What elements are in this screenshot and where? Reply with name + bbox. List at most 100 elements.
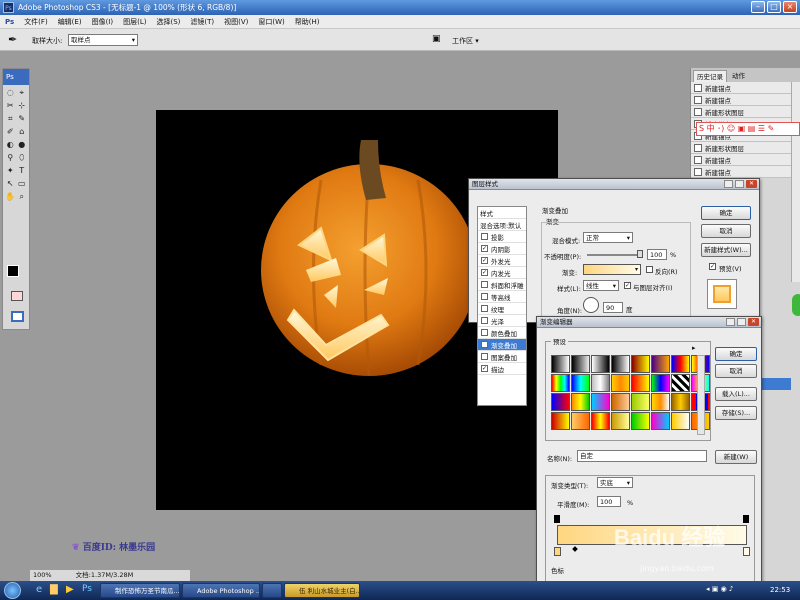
close-icon[interactable]: ✕	[748, 318, 759, 326]
gradient-preset-swatch[interactable]	[651, 355, 670, 373]
history-item[interactable]: 新建锚点	[691, 154, 800, 166]
save-button[interactable]: 存储(S)...	[715, 406, 757, 420]
style-item[interactable]: 纹理	[478, 303, 526, 315]
eyedropper-icon[interactable]: ✒	[8, 33, 17, 46]
ok-button[interactable]: 确定	[715, 347, 757, 361]
gradient-dropdown[interactable]: ▾	[635, 264, 642, 275]
taskbar-item-chat[interactable]: 伍 利山水城业主(白...	[284, 583, 360, 598]
history-item[interactable]: 新建锚点	[691, 94, 800, 106]
taskbar-item-app[interactable]	[262, 583, 282, 598]
ime-toolbar[interactable]: S 中 ･) ☺ ▣ ▤ ☰ ✎	[696, 122, 800, 136]
tool-icon[interactable]: ✦	[5, 165, 16, 177]
style-item[interactable]: 斜面和浮雕	[478, 279, 526, 291]
ie-icon[interactable]: e	[36, 584, 42, 595]
history-checkbox[interactable]	[694, 155, 702, 164]
ps-icon[interactable]: Ps	[82, 584, 92, 594]
blend-mode-select[interactable]: 正常 ▾	[583, 232, 633, 243]
style-item[interactable]: 颜色叠加	[478, 327, 526, 339]
gradient-preset-swatch[interactable]	[551, 412, 570, 430]
taskbar-item-browser[interactable]: 制作恐怖万圣节南瓜...	[100, 583, 180, 598]
gradient-preset-swatch[interactable]	[611, 393, 630, 411]
tool-icon[interactable]: ↖	[5, 178, 16, 190]
gradient-preset-swatch[interactable]	[671, 355, 690, 373]
gradient-preset-swatch[interactable]	[551, 355, 570, 373]
style-checkbox[interactable]	[481, 329, 488, 336]
workspace-icon[interactable]: ▣	[432, 34, 441, 44]
menu-file[interactable]: 文件(F)	[19, 17, 53, 27]
style-checkbox[interactable]: ✓	[481, 365, 488, 372]
tool-icon[interactable]: ✎	[17, 113, 28, 125]
style-select[interactable]: 线性 ▾	[583, 280, 619, 291]
gradient-preset-swatch[interactable]	[591, 393, 610, 411]
cancel-button[interactable]: 取消	[715, 364, 757, 378]
tab-history[interactable]: 历史记录	[693, 70, 727, 82]
close-button[interactable]: ×	[783, 1, 797, 13]
maximize-button[interactable]: □	[767, 1, 781, 13]
gradient-preset-swatch[interactable]	[671, 393, 690, 411]
gradient-preset-swatch[interactable]	[571, 412, 590, 430]
gradient-preset-swatch[interactable]	[551, 374, 570, 392]
app-icon-small[interactable]: Ps	[0, 18, 19, 26]
presets-menu-icon[interactable]: ▸	[692, 344, 696, 352]
style-item[interactable]: ✓ 内阴影	[478, 243, 526, 255]
menu-help[interactable]: 帮助(H)	[290, 17, 325, 27]
style-item[interactable]: ✓ 内发光	[478, 267, 526, 279]
style-checkbox[interactable]	[481, 353, 488, 360]
color-stop-right[interactable]	[743, 547, 750, 556]
gradient-preset-swatch[interactable]	[671, 374, 690, 392]
history-checkbox[interactable]	[694, 167, 702, 176]
tool-icon[interactable]: ⌂	[17, 126, 28, 138]
style-checkbox[interactable]	[481, 305, 488, 312]
close-icon[interactable]: ✕	[746, 180, 757, 188]
tool-icon[interactable]: ✐	[5, 126, 16, 138]
tool-icon[interactable]: ⬯	[17, 152, 28, 164]
gradient-preset-swatch[interactable]	[651, 374, 670, 392]
tool-icon[interactable]: ⚲	[5, 152, 16, 164]
style-checkbox[interactable]: ✓	[481, 245, 488, 252]
angle-input[interactable]: 90	[603, 302, 623, 313]
history-checkbox[interactable]	[694, 143, 702, 152]
style-item[interactable]: 等高线	[478, 291, 526, 303]
gradient-preset-swatch[interactable]	[631, 355, 650, 373]
style-checkbox[interactable]: ✓	[481, 269, 488, 276]
sample-size-select[interactable]: 取样点 ▾	[68, 34, 138, 46]
opacity-slider[interactable]	[587, 254, 642, 256]
menu-image[interactable]: 图像(I)	[87, 17, 119, 27]
style-checkbox[interactable]	[481, 293, 488, 300]
style-checkbox[interactable]	[481, 233, 488, 240]
style-checkbox[interactable]: ✓	[481, 257, 488, 264]
tool-icon[interactable]: ●	[17, 139, 28, 151]
tool-icon[interactable]: ▭	[17, 178, 28, 190]
load-button[interactable]: 载入(L)...	[715, 387, 757, 401]
angle-dial[interactable]	[583, 297, 599, 313]
gradient-preset-swatch[interactable]	[611, 412, 630, 430]
history-checkbox[interactable]	[694, 107, 702, 116]
opacity-slider-thumb[interactable]	[637, 250, 643, 258]
gradient-preset-swatch[interactable]	[631, 393, 650, 411]
tool-icon[interactable]: T	[17, 165, 28, 177]
style-item[interactable]: 图案叠加	[478, 351, 526, 363]
gradient-preset-swatch[interactable]	[611, 374, 630, 392]
menu-filter[interactable]: 滤镜(T)	[185, 17, 219, 27]
tool-icon[interactable]: ⊹	[17, 100, 28, 112]
cancel-button[interactable]: 取消	[701, 224, 751, 238]
menu-window[interactable]: 窗口(W)	[253, 17, 289, 27]
green-float-icon[interactable]	[792, 294, 800, 316]
layer-style-titlebar[interactable]: 图层样式 ✕	[469, 179, 759, 190]
tool-icon[interactable]: ⌖	[17, 87, 28, 99]
gradient-preset-swatch[interactable]	[551, 393, 570, 411]
opacity-input[interactable]: 100	[647, 249, 667, 260]
history-item[interactable]: 新建锚点	[691, 82, 800, 94]
style-checkbox[interactable]: ✓	[481, 341, 488, 348]
menu-layer[interactable]: 图层(L)	[118, 17, 151, 27]
gradient-preset-swatch[interactable]	[591, 412, 610, 430]
screen-mode-icon[interactable]	[11, 311, 24, 322]
workspace-button[interactable]: 工作区 ▾	[452, 36, 479, 46]
history-checkbox[interactable]	[694, 83, 702, 92]
gradient-editor-titlebar[interactable]: 渐变编辑器 ✕	[537, 317, 761, 328]
opacity-stop-left[interactable]	[554, 515, 560, 523]
new-style-button[interactable]: 新建样式(W)...	[701, 243, 751, 257]
gradient-preset-swatch[interactable]	[571, 355, 590, 373]
zoom-level[interactable]: 100%	[30, 571, 52, 579]
menu-select[interactable]: 选择(S)	[151, 17, 185, 27]
